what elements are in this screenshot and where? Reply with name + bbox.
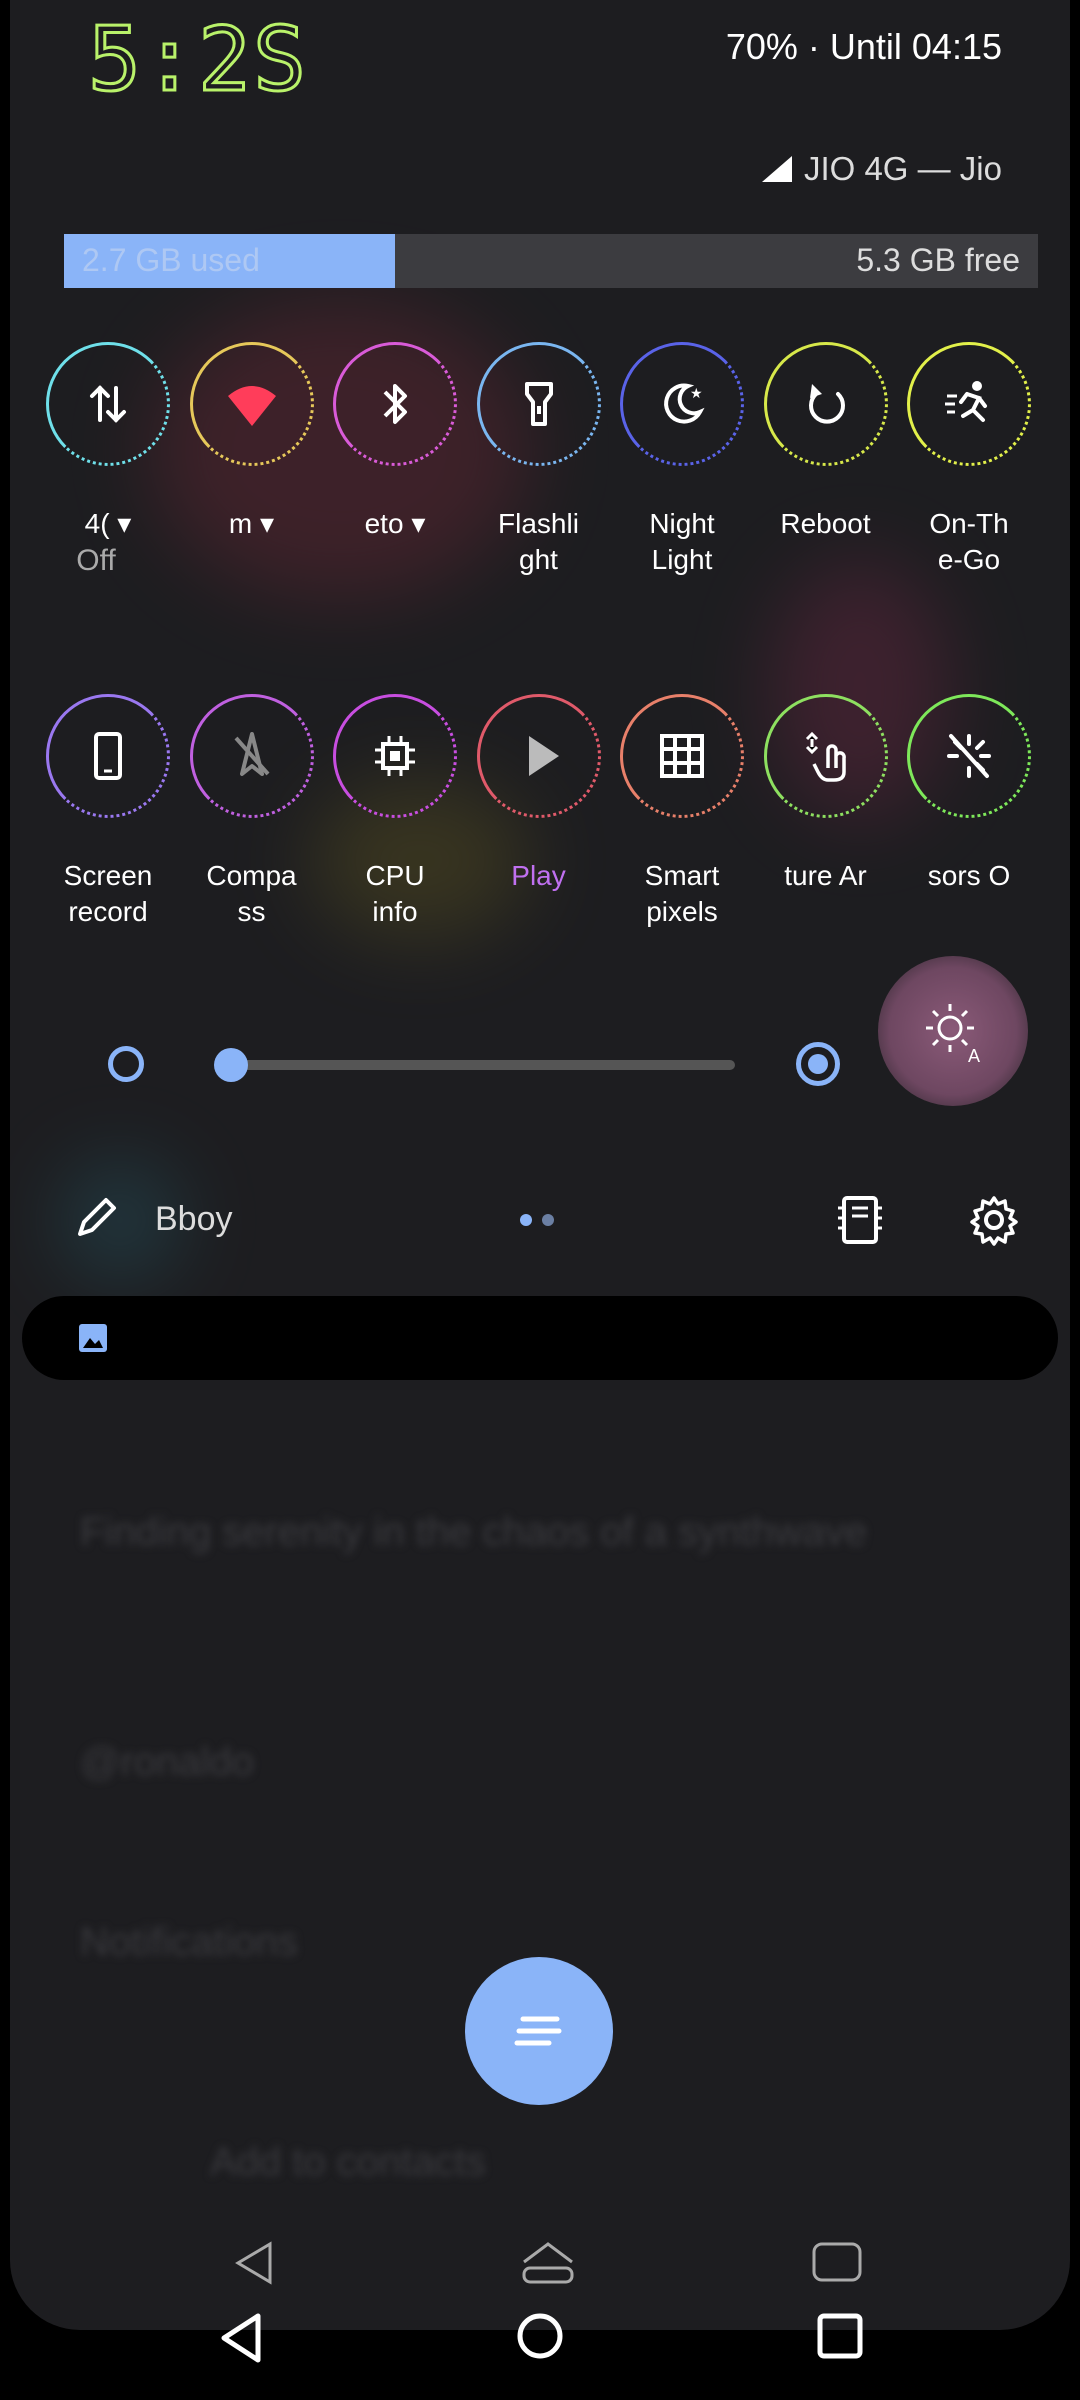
qs-tile-reboot[interactable] [763, 342, 888, 466]
image-icon [79, 1324, 107, 1352]
edit-pencil-icon[interactable] [72, 1192, 122, 1242]
cpu-icon [375, 736, 415, 776]
notes-fab[interactable] [465, 1957, 613, 2105]
qs-tile-sensors-off[interactable] [907, 694, 1031, 818]
battery-status: 70% · Until 04:15 [725, 26, 1002, 67]
night-light-icon: ★ [664, 383, 705, 424]
quick-settings-panel: 5:2S 70% · Until 04:15 JIO 4G — Jio 2.7 … [10, 0, 1070, 2330]
flashlight-icon [524, 382, 553, 426]
qs-tile-label: CPU info [365, 860, 425, 927]
brightness-slider-thumb[interactable] [214, 1048, 248, 1082]
qs-tile-grid[interactable] [620, 694, 744, 818]
running-icon [945, 381, 987, 422]
nav-back-button[interactable] [216, 2310, 266, 2366]
lines-icon [514, 2016, 562, 2046]
play-icon [528, 736, 559, 776]
qs-tile-cpu[interactable] [333, 694, 457, 818]
brightness-min-icon [108, 1046, 144, 1082]
background-text: Notifications [80, 1920, 298, 1964]
user-name[interactable]: Bboy [155, 1200, 233, 1239]
nav-recents-button[interactable] [816, 2312, 864, 2360]
media-output-bar[interactable] [22, 1296, 1058, 1380]
qs-tile-label: Screen record [63, 860, 153, 927]
qs-tile-compass-off[interactable] [189, 694, 314, 818]
qs-tile-label: eto ▾ [364, 508, 426, 539]
qs-tile-bluetooth[interactable] [333, 342, 457, 466]
qs-tile-label: Smart pixels [644, 860, 720, 927]
background-text: Finding serenity in the chaos of a synth… [80, 1510, 868, 1554]
ghost-back-icon [235, 2241, 272, 2285]
storage-used-label: 2.7 GB used [82, 242, 260, 278]
brightness-max-icon [796, 1042, 840, 1086]
wifi-icon [227, 386, 276, 426]
qs-tile-label: 4( ▾ [84, 508, 132, 539]
page-dot [520, 1214, 532, 1226]
qs-tile-phone[interactable] [46, 694, 170, 818]
svg-text:A: A [968, 1046, 980, 1066]
qs-tile-label: ture Ar [784, 860, 867, 891]
storage-free-label: 5.3 GB free [856, 242, 1020, 278]
qs-tile-label: Night Light [649, 508, 715, 575]
ghost-recents-icon [812, 2242, 862, 2282]
qs-tile-data-transfer[interactable] [46, 342, 170, 466]
qs-tile-night-light[interactable]: ★ [620, 342, 744, 466]
qs-tile-label: Reboot [780, 508, 871, 539]
qs-tile-label: sors O [927, 860, 1011, 891]
status-clock: 5:2S [87, 7, 308, 113]
qs-tile-touch[interactable] [763, 694, 888, 818]
sensors-off-icon [947, 734, 991, 778]
qs-tile-sublabel: Off [76, 544, 116, 577]
storage-bar: 2.7 GB used 5.3 GB free [64, 234, 1038, 288]
brightness-slider-track[interactable] [230, 1060, 735, 1070]
ghost-home-icon [522, 2242, 574, 2284]
background-text: @ronaldo [80, 1740, 255, 1784]
grid-icon [660, 734, 704, 778]
compass-off-icon [234, 732, 269, 776]
qs-tile-label: m ▾ [228, 508, 275, 539]
qs-tile-label: Compa ss [206, 860, 297, 927]
qs-tile-label: Play [511, 860, 566, 891]
qs-tile-play[interactable] [476, 694, 601, 818]
phone-icon [94, 732, 122, 780]
settings-gear-icon[interactable] [966, 1192, 1022, 1248]
page-dot [542, 1214, 554, 1226]
carrier-label: JIO 4G — Jio [803, 150, 1002, 187]
nav-home-button[interactable] [514, 2310, 566, 2362]
qs-tile-label: On-Th e-Go [929, 508, 1009, 575]
svg-text:★: ★ [690, 386, 703, 402]
touch-icon [805, 731, 846, 782]
qs-tile-wifi[interactable] [189, 342, 314, 466]
reboot-icon [808, 384, 845, 424]
background-text: Add to contacts [210, 2140, 486, 2184]
bluetooth-icon [383, 384, 407, 424]
qs-tile-running[interactable] [907, 342, 1031, 466]
qs-footer: Bboy [10, 1180, 1070, 1260]
page-indicator [520, 1214, 554, 1226]
auto-brightness-button[interactable]: A [878, 956, 1028, 1106]
signal-icon [761, 156, 792, 182]
brightness-auto-icon: A [926, 1004, 980, 1066]
qs-tile-flashlight[interactable] [476, 342, 601, 466]
carrier-info: JIO 4G — Jio [760, 150, 1002, 188]
data-transfer-icon [90, 385, 126, 423]
qs-tile-label: Flashli ght [498, 508, 579, 575]
device-info-icon[interactable] [832, 1192, 888, 1248]
